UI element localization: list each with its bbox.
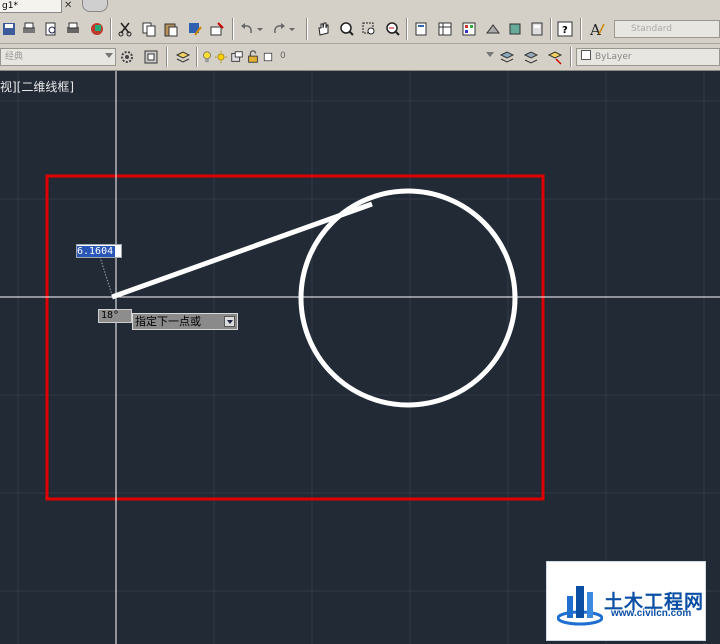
gear-icon[interactable] xyxy=(118,48,136,66)
zoom-previous-icon[interactable] xyxy=(384,20,402,38)
drawn-circle xyxy=(298,188,518,408)
design-center-icon[interactable] xyxy=(436,20,454,38)
layer-manager-icon[interactable] xyxy=(174,48,192,66)
cut-icon[interactable] xyxy=(116,20,134,38)
copy-icon[interactable] xyxy=(140,20,158,38)
workspace-combo[interactable]: 经典 xyxy=(0,48,116,66)
redo-icon[interactable] xyxy=(270,20,288,38)
drawing-canvas[interactable] xyxy=(0,71,720,644)
watermark-logo: 土木工程网 www.civilcn.com xyxy=(546,561,706,641)
document-tab-label: g1* xyxy=(2,1,18,11)
dynamic-angle-input[interactable]: 18° xyxy=(98,309,132,323)
layer-combo[interactable]: 0 xyxy=(276,48,496,66)
sun-icon[interactable] xyxy=(214,48,228,66)
close-icon[interactable]: ✕ xyxy=(64,0,76,12)
zoom-realtime-icon[interactable] xyxy=(338,20,356,38)
layers-toolbar: 经典 0 ByLayer xyxy=(0,44,720,71)
prompt-options-button[interactable] xyxy=(224,316,235,327)
zoom-window-icon[interactable] xyxy=(360,20,378,38)
standard-toolbar: ? A Standard xyxy=(0,14,720,44)
lock-icon[interactable] xyxy=(246,48,260,66)
dynamic-distance-input[interactable]: 6.1604 xyxy=(76,244,122,258)
viewport-label[interactable]: 视][二维线框] xyxy=(0,78,74,95)
chevron-down-icon[interactable] xyxy=(256,20,264,38)
color-swatch xyxy=(581,50,591,60)
match-properties-icon[interactable] xyxy=(186,20,204,38)
chevron-down-icon[interactable] xyxy=(288,20,296,38)
lightbulb-icon[interactable] xyxy=(200,48,214,66)
undo-icon[interactable] xyxy=(238,20,256,38)
document-tab[interactable]: g1* xyxy=(0,0,62,13)
svg-text:?: ? xyxy=(562,25,568,36)
workspace-icon[interactable] xyxy=(142,48,160,66)
watermark-url: www.civilcn.com xyxy=(611,608,692,619)
paste-icon[interactable] xyxy=(162,20,180,38)
help-icon[interactable]: ? xyxy=(556,20,574,38)
color-combo[interactable]: ByLayer xyxy=(576,48,720,66)
make-current-icon[interactable] xyxy=(498,48,516,66)
text-style-combo[interactable]: Standard xyxy=(614,20,720,38)
command-prompt-tooltip: 指定下一点或 xyxy=(132,313,238,330)
prompt-text: 指定下一点或 xyxy=(135,315,201,328)
dimension-leader xyxy=(99,256,113,296)
layer-state-icon[interactable] xyxy=(546,48,564,66)
freeze-icon[interactable] xyxy=(230,48,244,66)
print-preview-icon[interactable] xyxy=(42,20,60,38)
new-tab-button[interactable] xyxy=(82,0,108,12)
print-icon[interactable] xyxy=(20,20,38,38)
grid xyxy=(0,71,720,644)
highlight-rectangle xyxy=(45,174,545,501)
block-editor-icon[interactable] xyxy=(208,20,226,38)
sheet-set-icon[interactable] xyxy=(484,20,502,38)
layer-color-icon[interactable] xyxy=(262,48,274,66)
3d-icon[interactable] xyxy=(88,20,106,38)
building-logo-icon xyxy=(557,586,603,626)
save-icon[interactable] xyxy=(0,20,18,38)
properties-icon[interactable] xyxy=(412,20,430,38)
publish-icon[interactable] xyxy=(64,20,82,38)
tool-palettes-icon[interactable] xyxy=(460,20,478,38)
svg-text:A: A xyxy=(589,21,601,37)
rubber-band-line xyxy=(111,201,373,300)
layer-previous-icon[interactable] xyxy=(522,48,540,66)
calculator-icon[interactable] xyxy=(528,20,546,38)
document-tab-strip: g1* ✕ xyxy=(0,0,720,14)
pan-icon[interactable] xyxy=(314,20,332,38)
text-style-icon[interactable]: A xyxy=(588,20,606,38)
markup-icon[interactable] xyxy=(506,20,524,38)
chevron-down-icon xyxy=(486,52,494,57)
chevron-down-icon xyxy=(105,53,113,58)
